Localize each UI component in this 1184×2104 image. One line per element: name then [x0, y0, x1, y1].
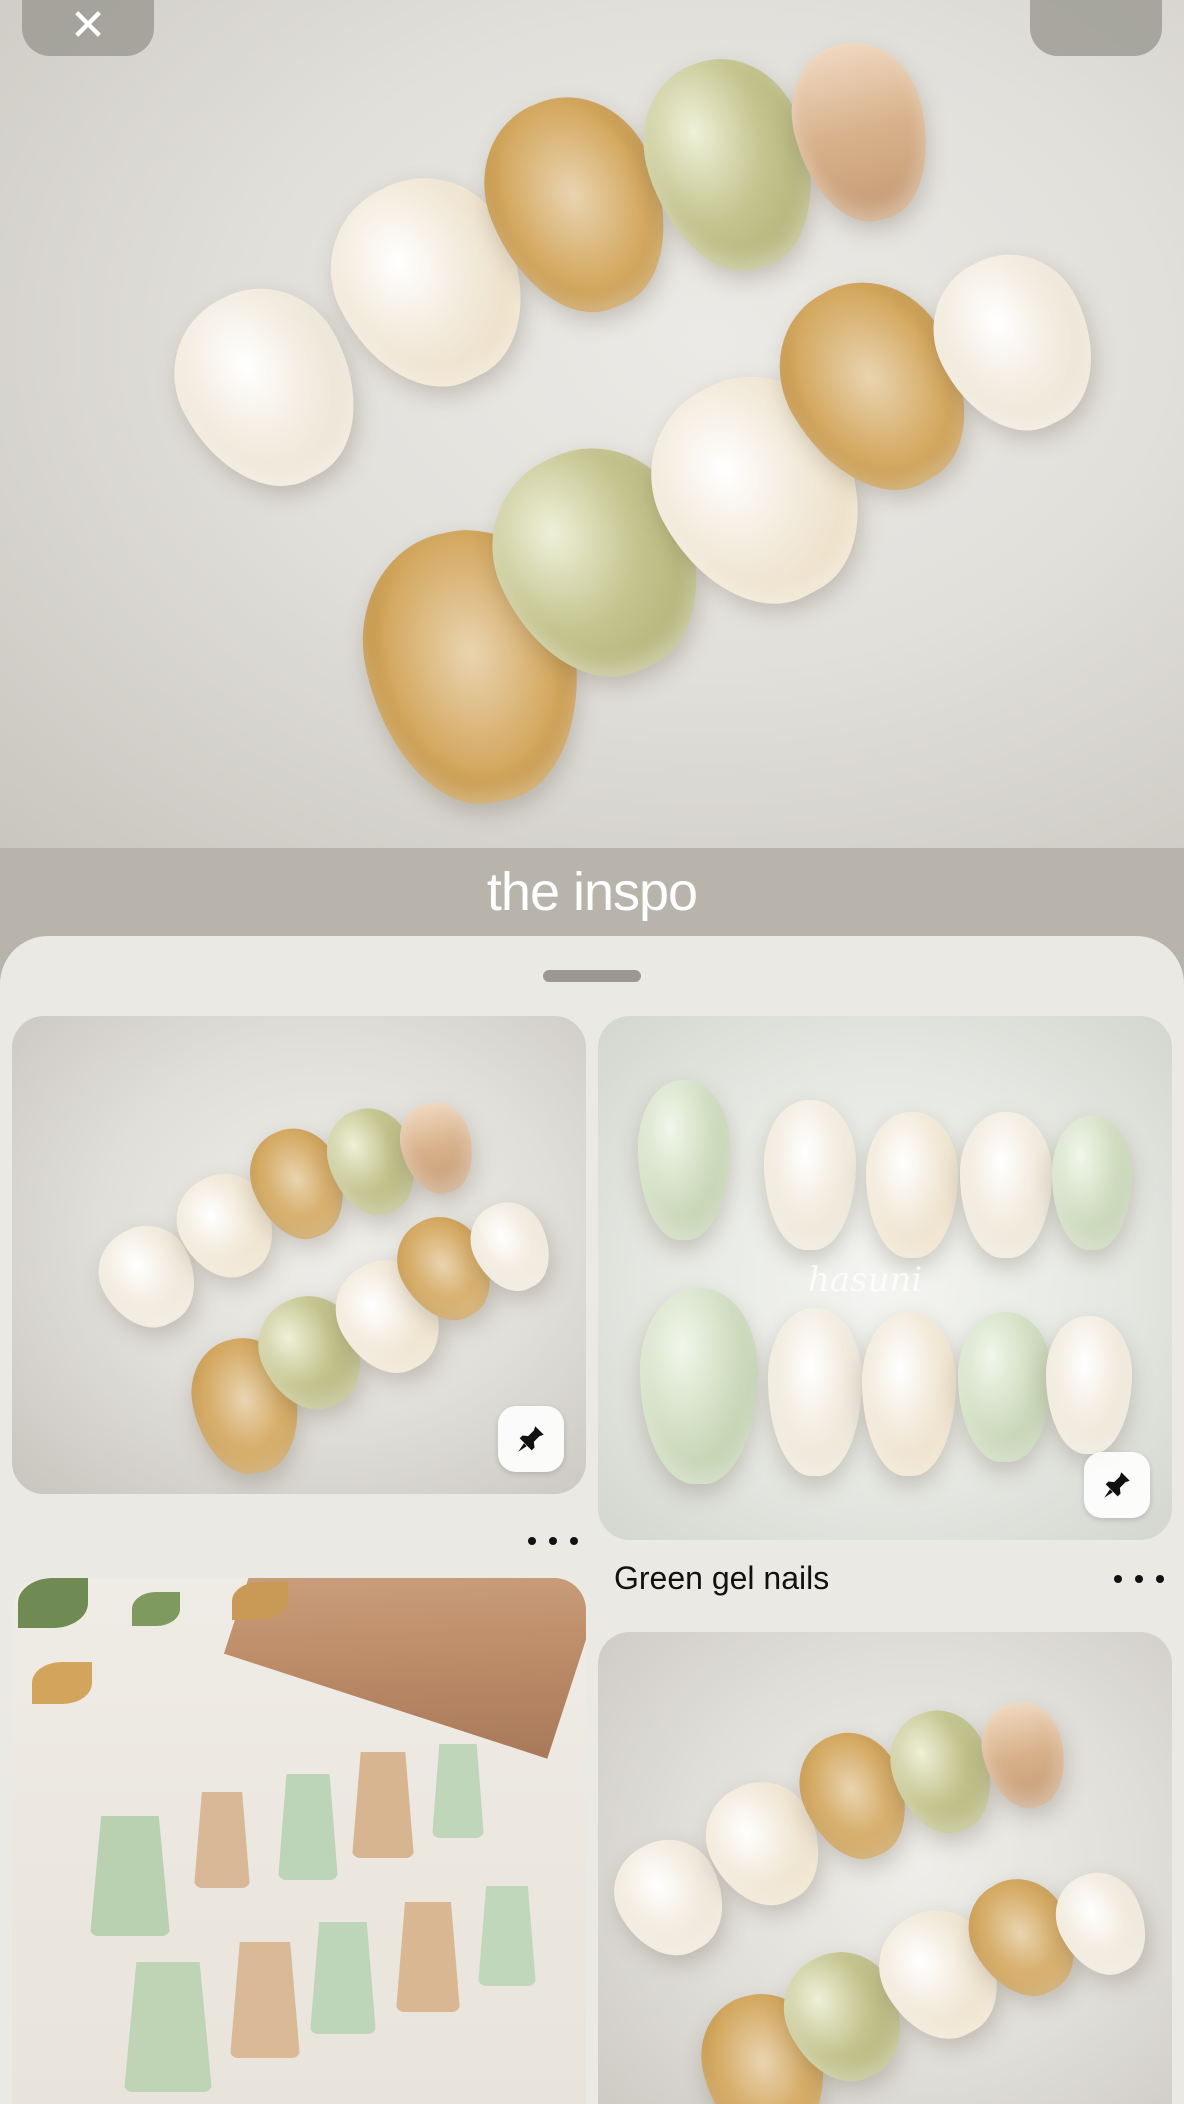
- nail: [310, 1922, 376, 2034]
- nail: [194, 1792, 250, 1888]
- save-pin-button[interactable]: [1084, 1452, 1150, 1518]
- nail: [432, 1744, 484, 1838]
- nail: [960, 1112, 1052, 1258]
- nail: [352, 1752, 414, 1858]
- dot: [549, 1537, 557, 1545]
- hero-pin-image[interactable]: ✕: [0, 0, 1184, 848]
- nail: [230, 1942, 300, 2058]
- pin-card[interactable]: hasuni: [598, 1016, 1172, 1540]
- dot: [1156, 1575, 1164, 1583]
- nail: [768, 1308, 862, 1476]
- pin-icon: [518, 1426, 544, 1452]
- leaf: [18, 1578, 88, 1628]
- dot: [1135, 1575, 1143, 1583]
- pin-closeup-screen: ✕ the inspo hasuni Green gel nails: [0, 0, 1184, 2104]
- nail: [124, 1962, 212, 2092]
- pin-card[interactable]: [12, 1016, 586, 1494]
- nail: [866, 1112, 958, 1258]
- sheet-grabber[interactable]: [543, 970, 641, 982]
- nail: [764, 1100, 856, 1250]
- pin-card[interactable]: [598, 1632, 1172, 2104]
- pin-title[interactable]: Green gel nails: [614, 1558, 1074, 1598]
- pin-more-button[interactable]: [1114, 1564, 1164, 1594]
- pin-icon: [1104, 1472, 1130, 1498]
- leaf: [32, 1662, 92, 1704]
- nail: [862, 1312, 956, 1476]
- nail: [1046, 1316, 1132, 1454]
- dot: [528, 1537, 536, 1545]
- leaf: [232, 1582, 288, 1620]
- nail: [278, 1774, 338, 1880]
- more-options-button[interactable]: [1030, 0, 1162, 56]
- pin-image: [598, 1632, 1172, 2104]
- save-pin-button[interactable]: [498, 1406, 564, 1472]
- nail: [958, 1312, 1052, 1462]
- board-title: the inspo: [486, 862, 698, 922]
- nail: [396, 1902, 460, 2012]
- nail: [640, 1288, 758, 1484]
- close-icon: ✕: [69, 1, 107, 50]
- dot: [1114, 1575, 1122, 1583]
- nail: [1052, 1116, 1132, 1250]
- pin-card[interactable]: [12, 1578, 586, 2104]
- leaf: [132, 1592, 180, 1626]
- pin-image: [12, 1578, 586, 2104]
- close-button[interactable]: ✕: [22, 0, 154, 56]
- nail: [638, 1080, 730, 1240]
- nail: [90, 1816, 170, 1936]
- nail: [478, 1886, 536, 1986]
- dot: [570, 1537, 578, 1545]
- related-pins-sheet: hasuni Green gel nails: [0, 936, 1184, 2104]
- watermark-text: hasuni: [808, 1260, 923, 1300]
- pin-more-button[interactable]: [528, 1526, 578, 1556]
